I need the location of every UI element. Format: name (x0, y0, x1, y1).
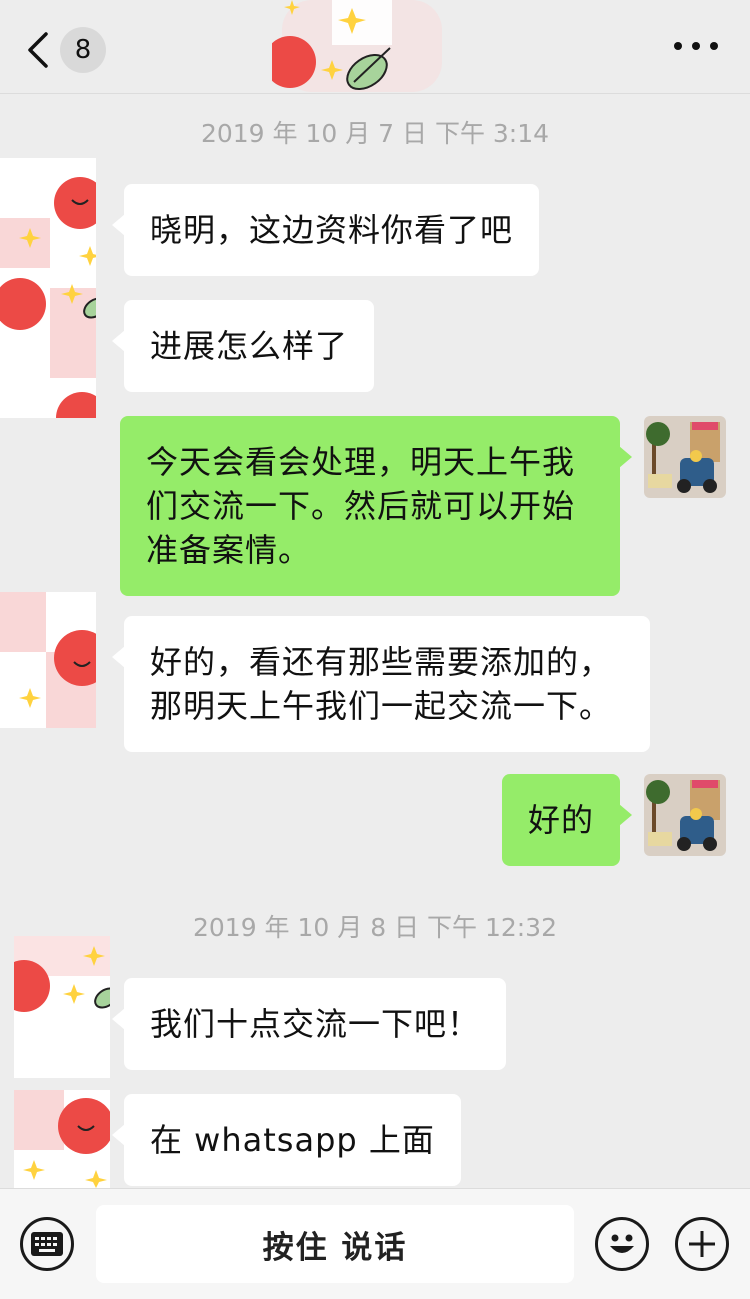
chevron-left-icon (28, 32, 48, 68)
incoming-message-bubble[interactable]: 我们十点交流一下吧！ (111, 978, 507, 1070)
chat-header: 8 (0, 0, 750, 94)
chat-input-bar: 按住 说话 (0, 1188, 750, 1299)
outgoing-message-bubble[interactable]: 好的 (502, 774, 633, 866)
more-dot-icon (674, 42, 682, 50)
contact-avatar[interactable] (14, 1090, 110, 1188)
incoming-message-bubble[interactable]: 好的，看还有那些需要添加的， 那明天上午我们一起交流一下。 (112, 616, 650, 752)
keyboard-icon (31, 1232, 63, 1256)
incoming-message-bubble[interactable]: 进展怎么样了 (111, 300, 375, 392)
incoming-message-bubble[interactable]: 在 whatsapp 上面 (112, 1094, 461, 1186)
add-more-button[interactable] (675, 1217, 729, 1271)
hold-to-talk-button[interactable]: 按住 说话 (96, 1205, 574, 1283)
keyboard-button[interactable] (20, 1217, 74, 1271)
more-dot-icon (710, 42, 718, 50)
self-avatar[interactable] (644, 416, 726, 498)
more-dot-icon (692, 42, 700, 50)
contact-avatar[interactable] (0, 592, 96, 728)
contact-avatar[interactable] (0, 268, 96, 418)
contact-avatar[interactable] (0, 158, 96, 276)
plus-icon (689, 1231, 715, 1257)
self-avatar[interactable] (644, 774, 726, 856)
chat-title-avatar[interactable] (272, 0, 447, 92)
message-timestamp: 2019 年 10 月 7 日 下午 3:14 (200, 119, 550, 148)
contact-avatar[interactable] (14, 936, 110, 1078)
more-options-button[interactable] (674, 34, 718, 58)
emoji-icon (610, 1234, 634, 1253)
incoming-message-bubble[interactable]: 晓明，这边资料你看了吧 (111, 184, 540, 276)
emoji-button[interactable] (595, 1217, 649, 1271)
unread-count-badge: 8 (60, 27, 106, 73)
back-button[interactable]: 8 (24, 24, 124, 76)
outgoing-message-bubble[interactable]: 今天会看会处理，明天上午我 们交流一下。然后就可以开始 准备案情。 (120, 416, 632, 596)
message-timestamp: 2019 年 10 月 8 日 下午 12:32 (192, 913, 557, 942)
